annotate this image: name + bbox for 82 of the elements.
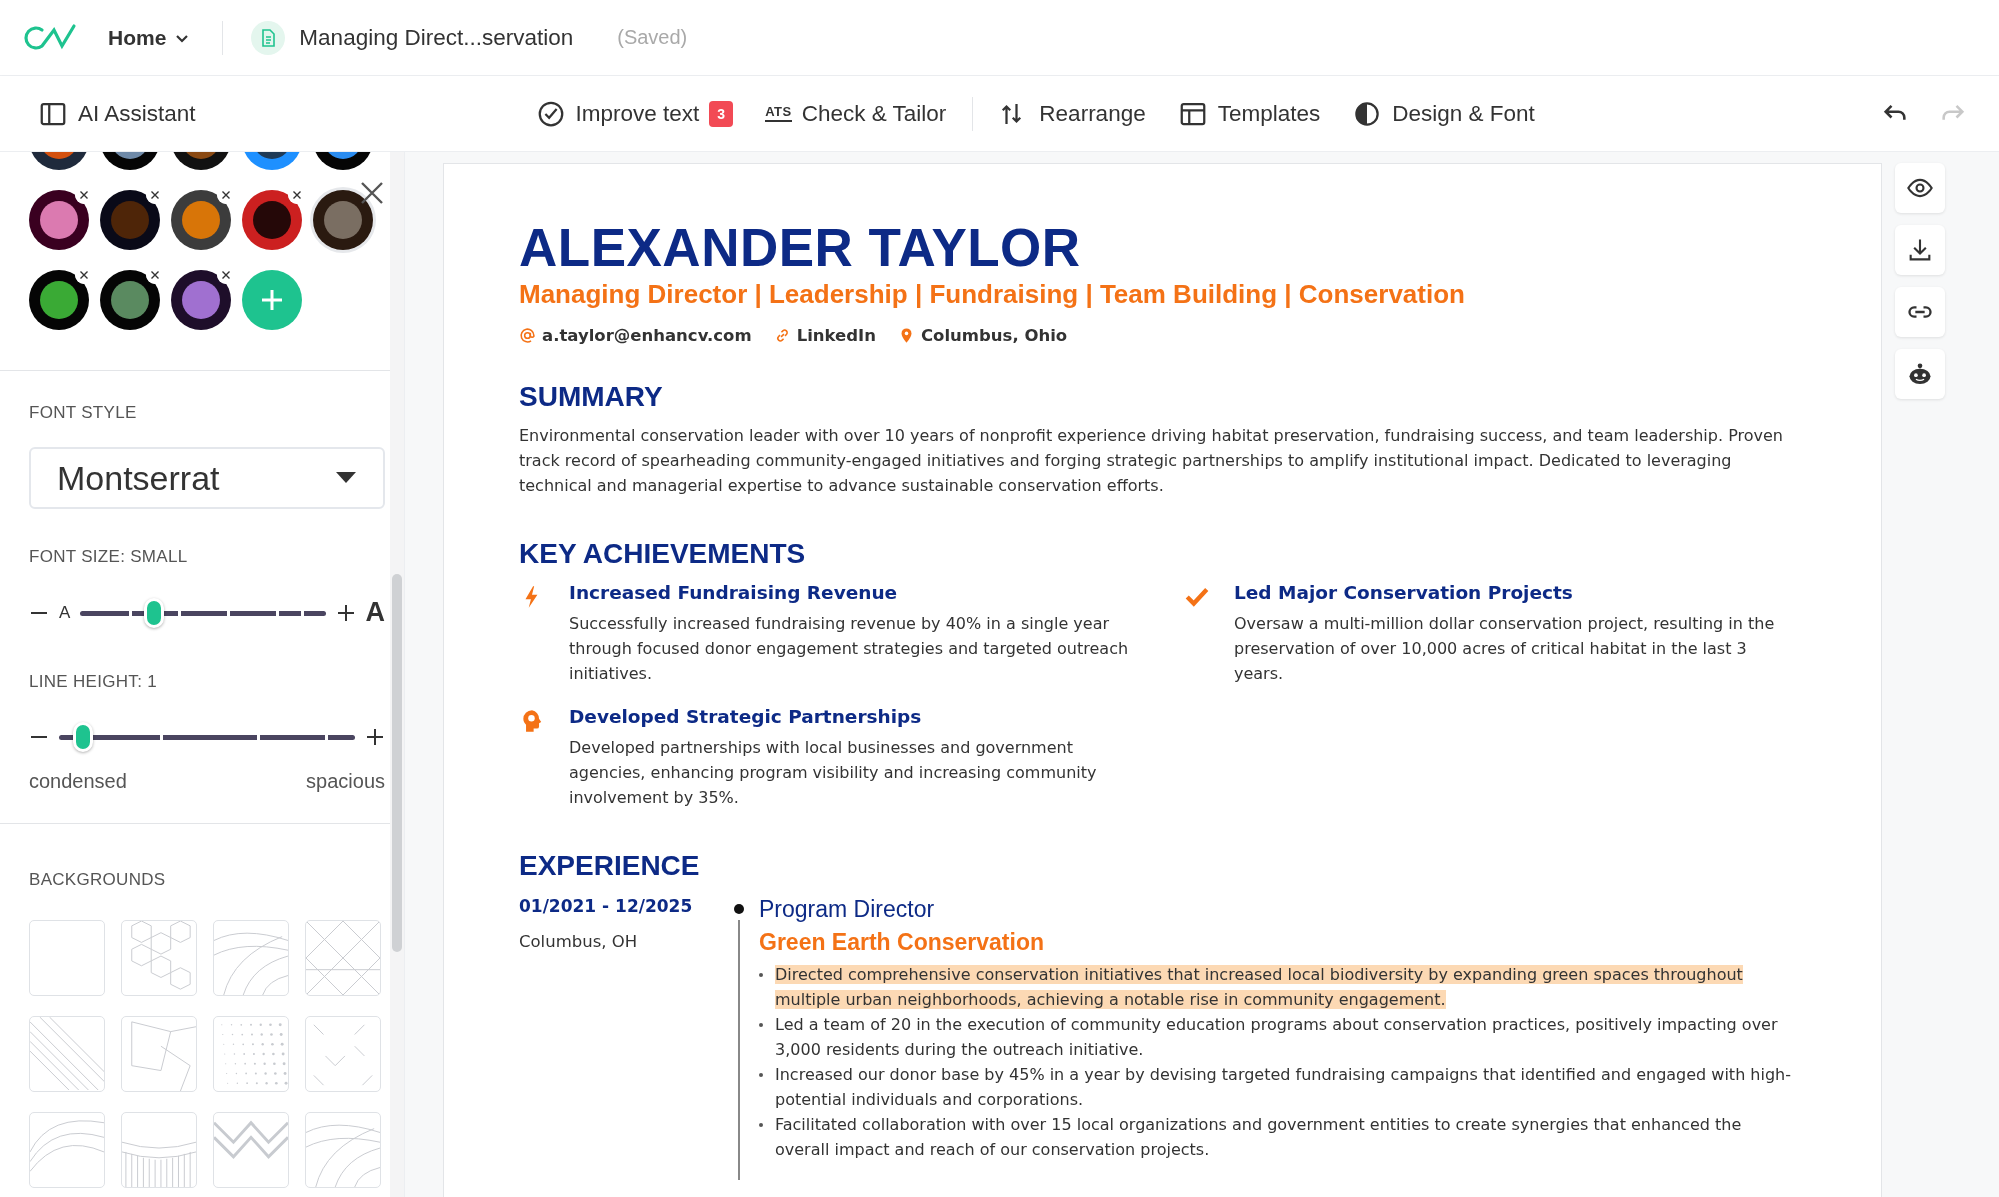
color-swatch[interactable] bbox=[171, 190, 231, 250]
link-button[interactable] bbox=[1895, 287, 1945, 337]
achievement-text: Developed partnerships with local businesses and government agencies, enhancing program visibility and increasing community involvement by 35%. bbox=[569, 737, 1098, 810]
achievement-title: Led Major Conservation Projects bbox=[1234, 582, 1574, 604]
bullet-dot bbox=[759, 973, 763, 978]
color-swatch[interactable] bbox=[29, 190, 89, 250]
color-swatch[interactable] bbox=[313, 190, 373, 250]
plus-icon[interactable] bbox=[335, 602, 356, 623]
ai-assistant-button[interactable]: AI Assistant bbox=[28, 92, 206, 135]
background-tile[interactable] bbox=[213, 1016, 289, 1092]
resume-name: ALEXANDER TAYLOR bbox=[519, 219, 1082, 278]
section-label: FONT STYLE bbox=[29, 403, 138, 423]
background-tile[interactable] bbox=[29, 920, 105, 996]
toolbar-button[interactable]: Templates bbox=[1167, 92, 1331, 135]
background-tile[interactable] bbox=[213, 1112, 289, 1188]
job-location: Columbus, OH bbox=[519, 932, 639, 952]
color-swatch[interactable] bbox=[100, 190, 160, 250]
bullet-text: Increased our donor base by 45% in a year by devising targeted fundraising campaigns that identified and engaged with high-potential individuals and corporations. bbox=[775, 1064, 1793, 1112]
timeline-dot bbox=[734, 904, 744, 915]
section-label: LINE HEIGHT: 1 bbox=[29, 672, 158, 692]
bullet-text: Led a team of 20 in the execution of community education programs about conservation practices, positively impacting over 3,000 residents during the outreach initiative. bbox=[775, 1014, 1779, 1062]
contact-text: Columbus, Ohio bbox=[921, 326, 1068, 346]
achievement-title: Increased Fundraising Revenue bbox=[569, 582, 899, 604]
document-title[interactable]: Managing Direct...servation bbox=[299, 24, 574, 51]
summary-text: Environmental conservation leader with over 10 years of nonprofit experience driving habitat preservation, fundraising success, and team leadership. Proven track record of spearheading community-engaged initiatives and forging strategic partnerships to amplify institutional impact. Dedicated to leveraging technical and managerial expertise to advance sustainable conservation efforts. bbox=[519, 425, 1784, 498]
background-tile[interactable] bbox=[29, 1112, 105, 1188]
date-range: 01/2021 - 12/2025 bbox=[519, 896, 694, 917]
bullet-text: Directed comprehensive conservation initiatives that increased local biodiversity by expanding green spaces throughout multiple urban neighborhoods, achieving a notable rise in community engagement. bbox=[775, 964, 1744, 1012]
document-icon bbox=[251, 20, 286, 55]
contact-text: a.taylor@enhancv.com bbox=[542, 326, 752, 346]
caret-icon bbox=[335, 471, 357, 485]
plus-icon bbox=[259, 287, 285, 313]
background-tile[interactable] bbox=[29, 1016, 105, 1092]
color-swatch[interactable] bbox=[171, 270, 231, 330]
background-tile[interactable] bbox=[305, 1112, 381, 1188]
eye-button[interactable] bbox=[1895, 163, 1945, 213]
section-label: BACKGROUNDS bbox=[29, 870, 167, 890]
toolbar-button[interactable]: Rearrange bbox=[989, 92, 1156, 135]
contact-text: LinkedIn bbox=[796, 326, 876, 346]
scrollbar-thumb[interactable] bbox=[392, 574, 402, 952]
max-caption: spacious bbox=[306, 770, 385, 793]
section-label: FONT SIZE: SMALL bbox=[29, 547, 189, 567]
background-tile[interactable] bbox=[213, 920, 289, 996]
bullet-dot bbox=[759, 1073, 763, 1078]
section-heading: SUMMARY bbox=[519, 381, 664, 414]
background-tile[interactable] bbox=[121, 920, 197, 996]
home-menu[interactable]: Home bbox=[104, 21, 195, 54]
resume-headline: Managing Director | Leadership | Fundraising | Team Building | Conservation bbox=[519, 279, 1466, 311]
background-tile[interactable] bbox=[305, 1016, 381, 1092]
achievement-title: Developed Strategic Partnerships bbox=[569, 706, 923, 728]
toolbar-button[interactable]: ATS Check & Tailor bbox=[755, 94, 957, 133]
toolbar-button[interactable]: Design & Font bbox=[1342, 92, 1545, 135]
company-name: Green Earth Conservation bbox=[759, 929, 1046, 957]
bullet-text: Facilitated collaboration with over 15 local organizations and government entities to create synergies that enhanced the overall impact and reach of our conservation projects. bbox=[775, 1114, 1743, 1162]
color-swatch[interactable] bbox=[242, 190, 302, 250]
section-heading: KEY ACHIEVEMENTS bbox=[519, 538, 807, 571]
download-button[interactable] bbox=[1895, 225, 1945, 275]
slider-thumb[interactable] bbox=[72, 722, 93, 752]
add-color-button[interactable] bbox=[242, 270, 302, 330]
close-icon[interactable] bbox=[359, 180, 385, 206]
robot-button[interactable] bbox=[1895, 349, 1945, 399]
save-status: (Saved) bbox=[617, 26, 688, 49]
section-heading: EXPERIENCE bbox=[519, 850, 701, 883]
achievement-text: Oversaw a multi-million dollar conservation project, resulting in the preservation of over 10,000 acres of critical habitat in the last 3 years. bbox=[1234, 613, 1776, 686]
achievement-text: Successfully increased fundraising revenue by 40% in a single year through focused donor engagement strategies and targeted outreach initiatives. bbox=[569, 613, 1130, 686]
large-a-label: A bbox=[365, 597, 385, 628]
min-caption: condensed bbox=[29, 770, 127, 793]
slider-track[interactable] bbox=[59, 722, 355, 752]
count-badge: 3 bbox=[709, 100, 734, 127]
bullet-dot bbox=[759, 1123, 763, 1128]
job-title: Program Director bbox=[759, 896, 936, 924]
color-swatch[interactable] bbox=[100, 270, 160, 330]
at-icon bbox=[519, 327, 536, 345]
background-tile[interactable] bbox=[305, 920, 381, 996]
plus-icon[interactable] bbox=[365, 727, 385, 747]
toolbar-button[interactable]: Improve text 3 bbox=[525, 92, 744, 135]
background-tile[interactable] bbox=[121, 1112, 197, 1188]
background-tile[interactable] bbox=[121, 1016, 197, 1092]
bullet-dot bbox=[759, 1023, 763, 1028]
small-a-label: A bbox=[59, 602, 71, 623]
font-dropdown[interactable]: Montserrat bbox=[29, 447, 385, 509]
color-swatch[interactable] bbox=[29, 270, 89, 330]
